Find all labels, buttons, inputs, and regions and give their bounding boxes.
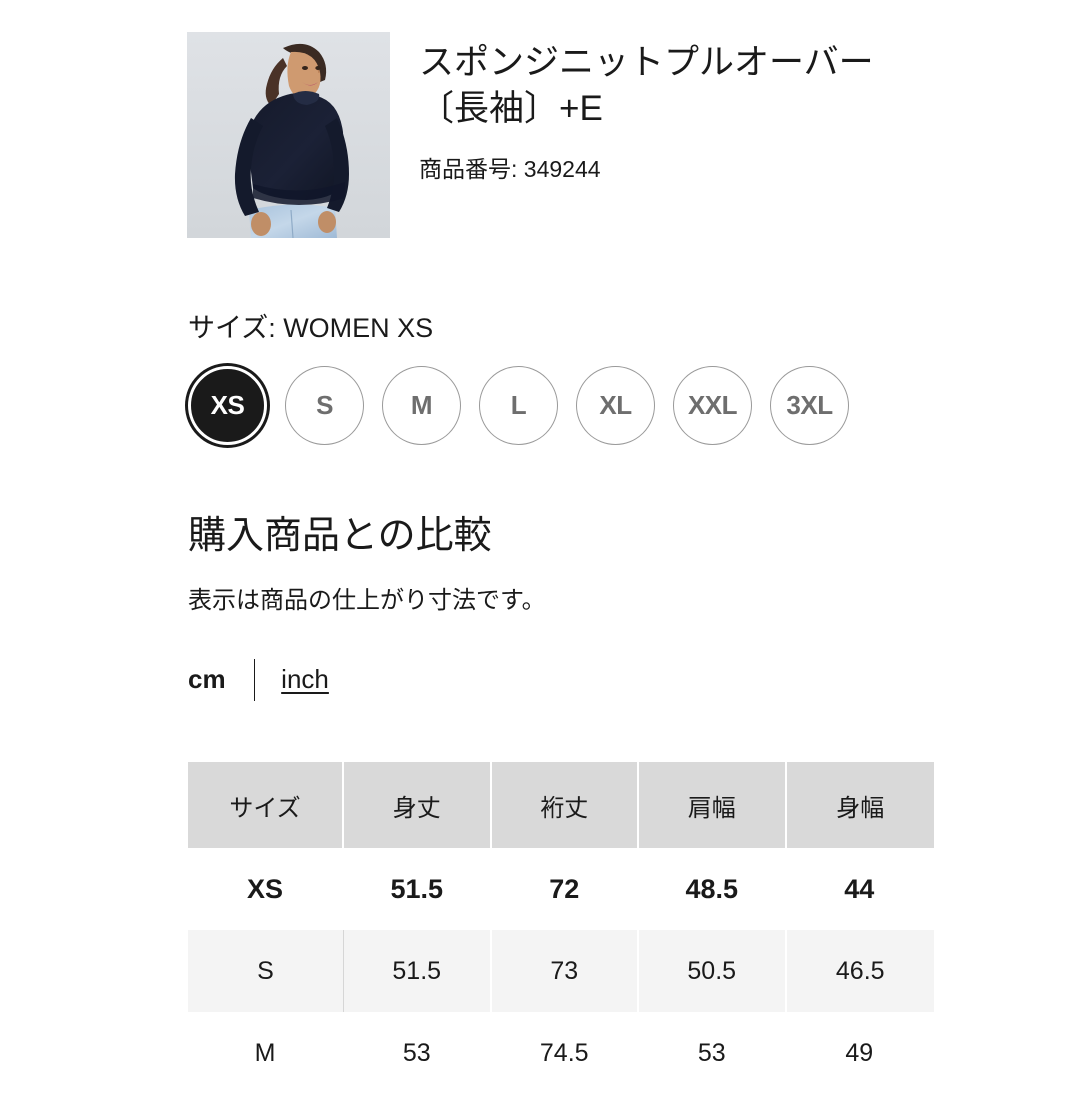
unit-cm-button[interactable]: cm [188,664,226,695]
size-selector-section: サイズ: WOMEN XS XS S M L XL XXL 3XL [188,312,849,446]
table-row[interactable]: S 51.5 73 50.5 46.5 [188,930,934,1012]
size-table-body: XS 51.5 72 48.5 44 S 51.5 73 50.5 46.5 M… [188,848,934,1094]
table-row[interactable]: XS 51.5 72 48.5 44 [188,848,934,930]
table-header-shoulder: 肩幅 [639,762,787,848]
cell-length: 51.5 [344,930,492,1012]
table-row[interactable]: M 53 74.5 53 49 [188,1012,934,1094]
cell-chest: 46.5 [786,930,934,1012]
size-chip-xs[interactable]: XS [188,366,267,446]
table-header-length: 身丈 [344,762,492,848]
unit-divider [253,658,256,701]
table-header-size: サイズ [188,762,344,848]
product-info: スポンジニットプルオーバー〔長袖〕+E 商品番号: 349244 [419,32,889,185]
cell-sleeve: 72 [491,848,639,930]
cell-shoulder: 50.5 [639,930,787,1012]
product-title: スポンジニットプルオーバー〔長袖〕+E [419,43,874,129]
comparison-heading: 購入商品との比較 [188,515,492,557]
cell-shoulder: 48.5 [639,848,787,930]
cell-length: 51.5 [344,848,492,930]
size-chip-m[interactable]: M [382,366,461,446]
cell-size: XS [188,848,344,930]
size-table-wrapper: サイズ 身丈 裄丈 肩幅 身幅 XS 51.5 72 48.5 44 S 51. [188,762,934,1094]
size-table-head: サイズ 身丈 裄丈 肩幅 身幅 [188,762,934,848]
table-header-chest: 身幅 [786,762,934,848]
cell-size: S [188,930,344,1012]
cell-chest: 44 [786,848,934,930]
size-chip-l[interactable]: L [479,366,558,446]
cell-sleeve: 73 [491,930,639,1012]
cell-shoulder: 53 [639,1012,787,1094]
unit-inch-link[interactable]: inch [281,664,329,695]
product-photo-illustration [187,32,390,238]
comparison-note: 表示は商品の仕上がり寸法です。 [188,586,546,614]
size-chip-list: XS S M L XL XXL 3XL [188,366,849,446]
size-selected-label: サイズ: WOMEN XS [188,313,434,343]
size-chart-page: スポンジニットプルオーバー〔長袖〕+E 商品番号: 349244 サイズ: WO… [0,0,1080,1094]
size-measurements-table: サイズ 身丈 裄丈 肩幅 身幅 XS 51.5 72 48.5 44 S 51. [188,762,934,1094]
cell-chest: 49 [786,1012,934,1094]
product-code: 商品番号: 349244 [419,156,601,183]
unit-toggle: cm inch [188,658,934,701]
product-header: スポンジニットプルオーバー〔長袖〕+E 商品番号: 349244 [187,32,889,238]
table-header-row: サイズ 身丈 裄丈 肩幅 身幅 [188,762,934,848]
size-chip-3xl[interactable]: 3XL [770,366,849,446]
table-header-sleeve: 裄丈 [491,762,639,848]
size-chip-xxl[interactable]: XXL [673,366,752,446]
comparison-section: 購入商品との比較 表示は商品の仕上がり寸法です。 cm inch [188,513,934,701]
cell-size: M [188,1012,344,1094]
size-chip-xl[interactable]: XL [576,366,655,446]
size-chip-s[interactable]: S [285,366,364,446]
cell-sleeve: 74.5 [491,1012,639,1094]
cell-length: 53 [344,1012,492,1094]
product-thumbnail[interactable] [187,32,390,238]
